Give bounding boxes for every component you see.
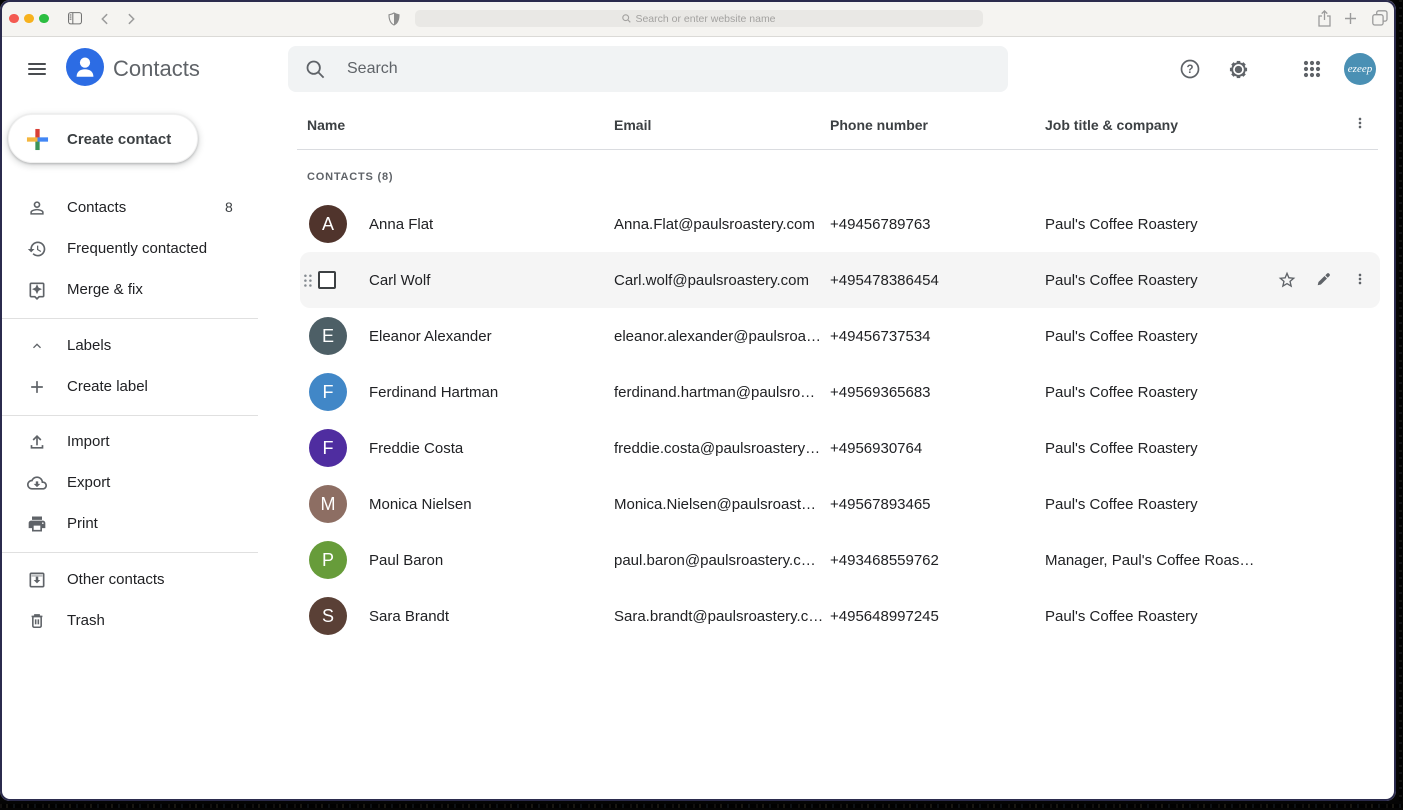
svg-text:?: ? xyxy=(1186,64,1193,76)
